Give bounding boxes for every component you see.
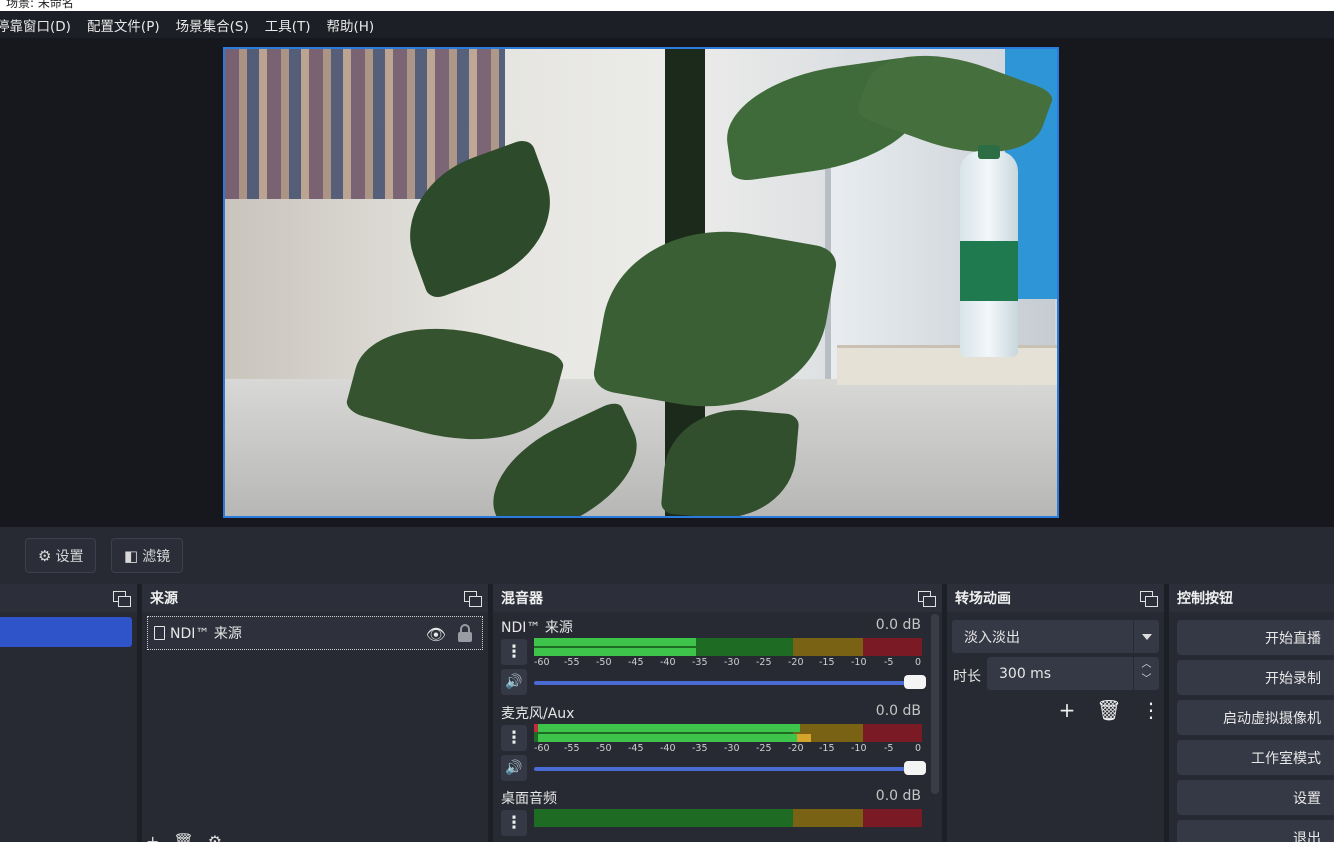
volume-slider-thumb[interactable] <box>904 675 926 689</box>
exit-button[interactable]: 退出 <box>1177 820 1334 842</box>
menu-tools[interactable]: 工具(T) <box>265 15 311 35</box>
transition-actions: + 🗑 ⋮ <box>1053 696 1165 724</box>
plus-icon[interactable]: + <box>1053 696 1081 724</box>
start-streaming-button[interactable]: 开始直播 <box>1177 620 1334 655</box>
gear-icon: ⚙ <box>38 546 52 565</box>
start-virtual-camera-button[interactable]: 启动虚拟摄像机 <box>1177 700 1334 735</box>
more-options-icon[interactable]: ⋮ <box>501 639 527 665</box>
controls-dock-title: 控制按钮 <box>1177 591 1233 607</box>
mixer-scrollbar[interactable] <box>931 614 939 794</box>
filters-button[interactable]: ◧ 滤镜 <box>111 538 184 573</box>
volume-slider[interactable] <box>534 675 926 689</box>
menu-scene-collection[interactable]: 场景集合(S) <box>176 15 249 35</box>
volume-slider-thumb[interactable] <box>904 761 926 775</box>
scenes-dock-header <box>0 584 137 612</box>
mixer-dock: 混音器 NDI™ 来源 0.0 dB ⋮ 🔊 -60 -55 -50 -45 -… <box>493 584 942 842</box>
transition-selected: 淡入淡出 <box>964 629 1020 646</box>
document-icon <box>154 626 165 640</box>
transitions-dock: 转场动画 淡入淡出 时长 300 ms ︿ ﹀ + 🗑 ⋮ <box>947 584 1164 842</box>
audio-meter <box>534 809 922 827</box>
controls-dock: 控制按钮 开始直播 开始录制 启动虚拟摄像机 工作室模式 设置 退出 <box>1169 584 1334 842</box>
menu-docks[interactable]: 停靠窗口(D) <box>0 15 71 35</box>
desk <box>837 345 1057 385</box>
chevron-down-icon[interactable]: ﹀ <box>1134 672 1159 687</box>
mixer-dock-title: 混音器 <box>501 591 543 607</box>
float-icon[interactable] <box>464 591 482 607</box>
menu-profile[interactable]: 配置文件(P) <box>87 15 160 35</box>
speaker-icon[interactable]: 🔊 <box>501 669 527 695</box>
settings-button[interactable]: 设置 <box>1177 780 1334 815</box>
trash-icon[interactable]: 🗑 <box>173 832 193 842</box>
audio-meter <box>534 724 922 742</box>
menu-help[interactable]: 帮助(H) <box>327 15 375 35</box>
plus-icon[interactable]: + <box>146 832 159 842</box>
scene-item-selected[interactable] <box>0 617 132 647</box>
more-options-icon[interactable]: ⋮ <box>501 725 527 751</box>
source-item-name: NDI™ 来源 <box>170 626 242 642</box>
sources-footer: + 🗑 ⚙ <box>146 832 222 842</box>
channel-name: 麦克风/Aux <box>501 706 575 722</box>
gear-icon[interactable]: ⚙ <box>208 832 222 842</box>
lock-icon[interactable] <box>458 624 472 642</box>
sources-dock-header: 来源 <box>142 584 488 612</box>
channel-name: NDI™ 来源 <box>501 620 573 636</box>
mixer-channel: 麦克风/Aux 0.0 dB ⋮ 🔊 -60 -55 -50 -45 -40 -… <box>493 699 931 785</box>
source-item[interactable]: NDI™ 来源 👁 <box>147 616 483 650</box>
float-icon[interactable] <box>1140 591 1158 607</box>
chevron-up-icon[interactable]: ︿ <box>1134 657 1159 672</box>
title-bar: 场景: 未命名 <box>0 0 1334 11</box>
chevron-down-icon[interactable] <box>1133 620 1159 653</box>
mixer-dock-header: 混音器 <box>493 584 942 612</box>
settings-label: 设置 <box>55 548 84 565</box>
transition-select[interactable]: 淡入淡出 <box>952 620 1159 653</box>
channel-db: 0.0 dB <box>875 788 921 804</box>
stepper[interactable]: ︿ ﹀ <box>1133 657 1159 690</box>
duration-value: 300 ms <box>999 665 1052 682</box>
scenes-dock <box>0 584 137 842</box>
controls-dock-header: 控制按钮 <box>1169 584 1334 612</box>
float-icon[interactable] <box>918 591 936 607</box>
volume-slider[interactable] <box>534 761 926 775</box>
source-toolbar: ⚙ 设置 ◧ 滤镜 <box>0 527 1334 584</box>
trash-icon[interactable]: 🗑 <box>1095 696 1123 724</box>
duration-input[interactable]: 300 ms ︿ ﹀ <box>987 657 1159 690</box>
speaker-icon[interactable]: 🔊 <box>501 755 527 781</box>
mixer-channel: NDI™ 来源 0.0 dB ⋮ 🔊 -60 -55 -50 -45 -40 -… <box>493 613 931 699</box>
eye-icon[interactable]: 👁 <box>426 625 446 644</box>
filter-icon: ◧ <box>124 546 139 565</box>
bottle-label <box>960 241 1018 301</box>
studio-mode-button[interactable]: 工作室模式 <box>1177 740 1334 775</box>
channel-name: 桌面音频 <box>501 791 557 807</box>
mixer-channel: 桌面音频 0.0 dB ⋮ <box>493 784 931 842</box>
water-bottle <box>960 145 1018 357</box>
preview-canvas[interactable] <box>223 47 1059 518</box>
channel-db: 0.0 dB <box>875 703 921 719</box>
meter-ticks: -60 -55 -50 -45 -40 -35 -30 -25 -20 -15 … <box>534 657 922 668</box>
audio-meter <box>534 638 922 656</box>
transitions-dock-title: 转场动画 <box>955 591 1011 607</box>
more-options-icon[interactable]: ⋮ <box>1137 696 1165 724</box>
meter-ticks: -60 -55 -50 -45 -40 -35 -30 -25 -20 -15 … <box>534 743 922 754</box>
sources-dock-title: 来源 <box>150 591 178 607</box>
duration-label: 时长 <box>953 669 981 685</box>
sources-dock: 来源 NDI™ 来源 👁 + 🗑 ⚙ <box>142 584 488 842</box>
float-icon[interactable] <box>113 591 131 607</box>
filters-label: 滤镜 <box>142 548 171 565</box>
more-options-icon[interactable]: ⋮ <box>501 810 527 836</box>
start-recording-button[interactable]: 开始录制 <box>1177 660 1334 695</box>
bottle-cap <box>978 145 1000 159</box>
settings-button[interactable]: ⚙ 设置 <box>25 538 97 573</box>
transitions-dock-header: 转场动画 <box>947 584 1164 612</box>
window-title: 场景: 未命名 <box>6 0 74 10</box>
menu-bar: 停靠窗口(D) 配置文件(P) 场景集合(S) 工具(T) 帮助(H) <box>0 11 1334 38</box>
channel-db: 0.0 dB <box>875 617 921 633</box>
